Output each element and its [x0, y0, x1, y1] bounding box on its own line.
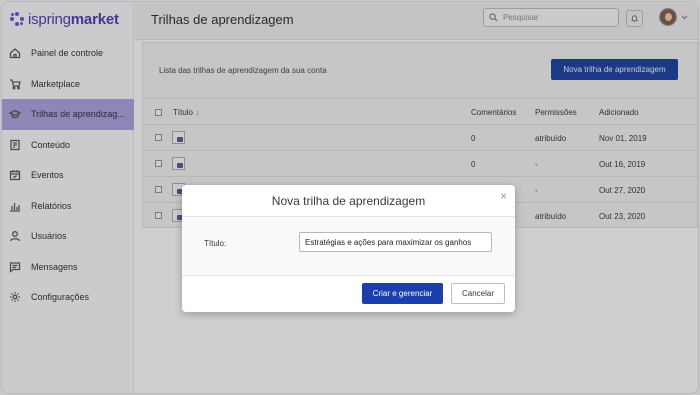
divider — [182, 275, 515, 276]
cancel-button[interactable]: Cancelar — [451, 283, 505, 304]
new-track-dialog: Nova trilha de aprendizagem × Título: Es… — [182, 185, 515, 312]
close-icon[interactable]: × — [500, 189, 507, 203]
dialog-body: Título: Estratégias e ações para maximiz… — [182, 217, 515, 275]
title-field-label: Título: — [204, 239, 227, 248]
title-field[interactable]: Estratégias e ações para maximizar os ga… — [299, 232, 492, 252]
dialog-title: Nova trilha de aprendizagem — [271, 194, 426, 208]
create-and-manage-button[interactable]: Criar e gerenciar — [362, 283, 443, 304]
